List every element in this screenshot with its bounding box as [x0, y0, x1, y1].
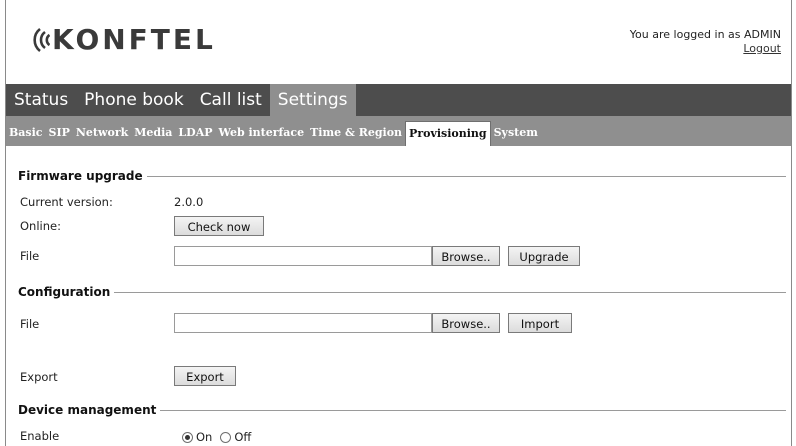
subtab-basic[interactable]: Basic — [6, 120, 46, 146]
subtab-system[interactable]: System — [491, 120, 541, 146]
import-button[interactable]: Import — [508, 313, 572, 333]
logout-link[interactable]: Logout — [743, 42, 781, 55]
firmware-upgrade-section: Firmware upgrade — [18, 168, 786, 184]
subtab-media[interactable]: Media — [131, 120, 175, 146]
subtab-provisioning[interactable]: Provisioning — [405, 121, 491, 146]
export-label: Export — [20, 370, 58, 384]
current-version-label: Current version: — [20, 195, 113, 209]
section-divider — [18, 292, 786, 293]
firmware-file-input[interactable] — [174, 246, 432, 266]
firmware-file-label: File — [20, 249, 40, 263]
upgrade-button[interactable]: Upgrade — [508, 246, 580, 266]
login-status: You are logged in as ADMIN Logout — [630, 28, 781, 56]
enable-label: Enable — [20, 429, 60, 443]
online-label: Online: — [20, 219, 61, 233]
enable-radio-group: On Off — [182, 430, 251, 444]
firmware-browse-button[interactable]: Browse.. — [432, 246, 500, 266]
subtab-web-interface[interactable]: Web interface — [216, 120, 308, 146]
logged-in-text: You are logged in as ADMIN — [629, 28, 781, 41]
tab-status[interactable]: Status — [6, 84, 76, 116]
section-title: Device management — [18, 402, 161, 418]
export-button[interactable]: Export — [174, 366, 236, 386]
config-browse-button[interactable]: Browse.. — [432, 313, 500, 333]
brand-name: KONFTEL — [52, 23, 216, 56]
device-management-section: Device management — [18, 402, 786, 418]
enable-off-radio[interactable] — [220, 431, 232, 443]
settings-sub-nav: Basic SIP Network Media LDAP Web interfa… — [6, 116, 791, 146]
header: KONFTEL You are logged in as ADMIN Logou… — [6, 0, 791, 84]
tab-settings[interactable]: Settings — [269, 84, 356, 116]
tab-call-list[interactable]: Call list — [192, 84, 270, 116]
config-file-input[interactable] — [174, 313, 432, 333]
on-label: On — [196, 430, 213, 444]
config-file-label: File — [20, 317, 40, 331]
configuration-section: Configuration — [18, 284, 786, 300]
sound-waves-icon — [33, 27, 50, 53]
main-nav: Status Phone book Call list Settings — [6, 84, 791, 116]
section-title: Firmware upgrade — [18, 168, 147, 184]
subtab-time-region[interactable]: Time & Region — [307, 120, 405, 146]
subtab-sip[interactable]: SIP — [46, 120, 73, 146]
enable-on-radio[interactable] — [182, 431, 193, 443]
tab-phone-book[interactable]: Phone book — [76, 84, 192, 116]
app-frame: KONFTEL You are logged in as ADMIN Logou… — [5, 0, 792, 446]
subtab-network[interactable]: Network — [73, 120, 131, 146]
konftel-logo: KONFTEL — [22, 26, 216, 54]
current-version-value: 2.0.0 — [174, 195, 204, 209]
off-label: Off — [234, 430, 252, 444]
check-now-button[interactable]: Check now — [174, 216, 264, 236]
section-title: Configuration — [18, 284, 115, 300]
subtab-ldap[interactable]: LDAP — [175, 120, 215, 146]
